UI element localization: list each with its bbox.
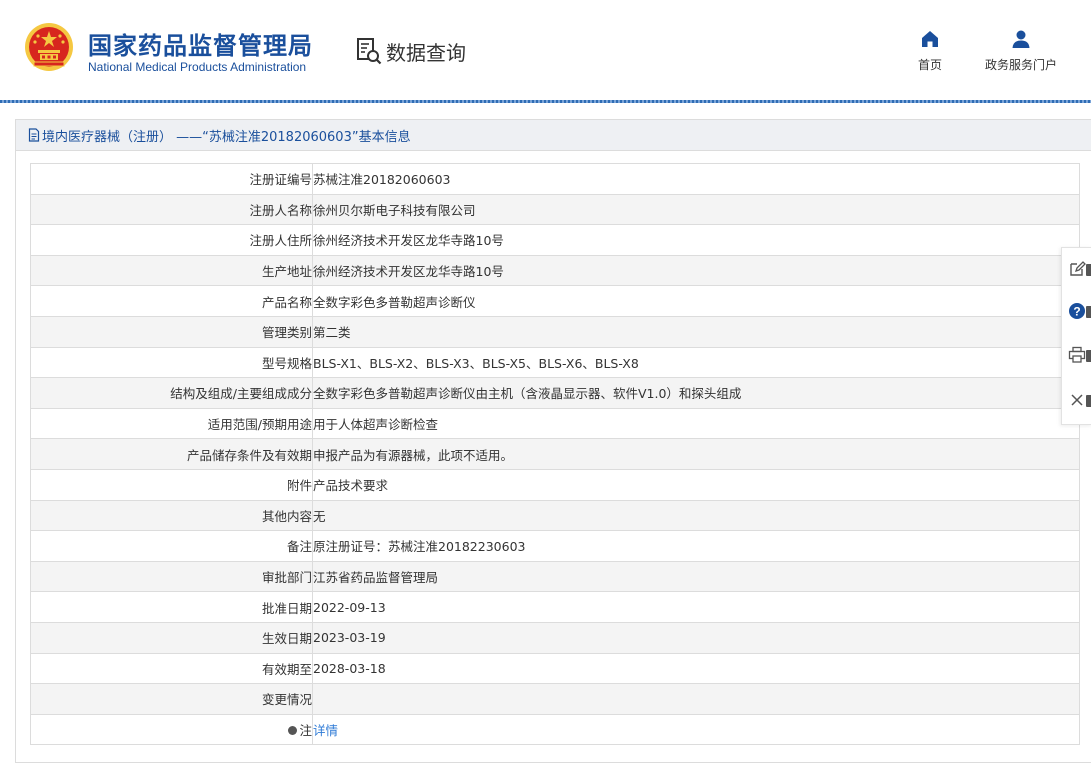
- help-icon[interactable]: ?: [1068, 302, 1086, 320]
- field-label: 生产地址: [30, 254, 313, 287]
- table-row: 备注 原注册证号：苏械注准20182230603: [30, 530, 1080, 562]
- table-row: 注册人住所 徐州经济技术开发区龙华寺路10号: [30, 224, 1080, 256]
- edit-label-edge: [1086, 260, 1091, 278]
- field-label: 有效期至: [30, 652, 313, 685]
- field-value: 徐州经济技术开发区龙华寺路10号: [312, 254, 1080, 287]
- table-row: 注册证编号 苏械注准20182060603: [30, 163, 1080, 195]
- field-value: 2022-09-13: [312, 591, 1080, 623]
- nav-home[interactable]: 首页: [912, 28, 948, 73]
- field-value: 苏械注准20182060603: [312, 163, 1080, 195]
- table-row: 有效期至 2028-03-18: [30, 652, 1080, 685]
- field-value: 江苏省药品监督管理局: [312, 560, 1080, 593]
- field-value: 原注册证号：苏械注准20182230603: [312, 530, 1080, 562]
- field-value: 第二类: [312, 315, 1080, 348]
- national-emblem-logo: [25, 23, 73, 71]
- close-icon[interactable]: [1068, 391, 1086, 409]
- field-label: 审批部门: [30, 560, 313, 593]
- field-value: BLS-X1、BLS-X2、BLS-X3、BLS-X5、BLS-X6、BLS-X…: [312, 346, 1080, 379]
- field-value: 用于人体超声诊断检查: [312, 407, 1080, 440]
- nav-service-portal[interactable]: 政务服务门户: [978, 28, 1064, 73]
- note-label: 注: [299, 722, 312, 738]
- lightbulb-icon: [288, 725, 298, 735]
- nav-home-label: 首页: [917, 58, 942, 72]
- data-query-label: 数据查询: [386, 40, 466, 65]
- field-label: 注册证编号: [30, 163, 313, 195]
- table-row: 型号规格 BLS-X1、BLS-X2、BLS-X3、BLS-X5、BLS-X6、B…: [30, 346, 1080, 379]
- details-link[interactable]: 详情: [314, 723, 339, 738]
- site-title-cn: 国家药品监督管理局: [88, 32, 313, 60]
- table-row: 管理类别 第二类: [30, 315, 1080, 348]
- header-divider: [0, 100, 1091, 103]
- table-row: 批准日期 2022-09-13: [30, 591, 1080, 623]
- table-row: 生产地址 徐州经济技术开发区龙华寺路10号: [30, 254, 1080, 287]
- side-toolbar: ?: [1061, 247, 1091, 425]
- field-label: 产品储存条件及有效期: [30, 438, 313, 470]
- field-label: 注册人名称: [30, 193, 313, 226]
- field-value: 2023-03-19: [312, 621, 1080, 654]
- field-value: [312, 683, 1080, 715]
- table-row: 结构及组成/主要组成成分 全数字彩色多普勒超声诊断仪由主机（含液晶显示器、软件V1…: [30, 377, 1080, 409]
- device-info-panel: 境内医疗器械（注册） ——“苏械注准20182060603”基本信息 注册证编号…: [15, 119, 1091, 763]
- svg-text:?: ?: [1073, 305, 1080, 319]
- print-icon[interactable]: [1068, 346, 1086, 364]
- field-value: 徐州经济技术开发区龙华寺路10号: [312, 224, 1080, 256]
- field-label: 适用范围/预期用途: [30, 407, 313, 440]
- table-row-note: 注详情: [30, 713, 1080, 746]
- field-label: 变更情况: [30, 683, 313, 715]
- table-row: 变更情况: [30, 683, 1080, 715]
- help-label-edge: [1086, 302, 1091, 320]
- nav-service-portal-label: 政务服务门户: [984, 58, 1057, 72]
- panel-title: 境内医疗器械（注册） ——“苏械注准20182060603”基本信息: [42, 129, 411, 145]
- print-label-edge: [1086, 346, 1091, 364]
- field-label: 注册人住所: [30, 224, 313, 256]
- table-row: 生效日期 2023-03-19: [30, 621, 1080, 654]
- site-header: 国家药品监督管理局 National Medical Products Admi…: [0, 0, 1091, 100]
- field-label: 产品名称: [30, 285, 313, 317]
- user-icon: [1012, 30, 1030, 48]
- field-value: 2028-03-18: [312, 652, 1080, 685]
- home-icon: [922, 31, 938, 47]
- field-label: 生效日期: [30, 621, 313, 654]
- table-row: 其他内容无: [30, 499, 1080, 532]
- field-label: 备注: [30, 530, 313, 562]
- document-search-icon: [357, 38, 382, 65]
- table-row: 产品名称 全数字彩色多普勒超声诊断仪: [30, 285, 1080, 317]
- table-row: 审批部门 江苏省药品监督管理局: [30, 560, 1080, 593]
- field-value: 无: [312, 499, 1080, 532]
- field-label: 结构及组成/主要组成成分: [30, 377, 313, 409]
- note-label-cell: 注: [30, 713, 313, 746]
- table-row: 产品储存条件及有效期 申报产品为有源器械，此项不适用。: [30, 438, 1080, 470]
- field-label: 管理类别: [30, 315, 313, 348]
- field-value: 产品技术要求: [312, 468, 1080, 501]
- field-value: 申报产品为有源器械，此项不适用。: [312, 438, 1080, 470]
- field-label: 型号规格: [30, 346, 313, 379]
- device-info-table: 注册证编号 苏械注准20182060603 注册人名称 徐州贝尔斯电子科技有限公司 注册…: [30, 163, 1080, 746]
- panel-header: 境内医疗器械（注册） ——“苏械注准20182060603”基本信息: [16, 120, 1091, 151]
- document-icon: [28, 128, 40, 142]
- edit-icon[interactable]: [1068, 260, 1086, 278]
- field-value: 全数字彩色多普勒超声诊断仪由主机（含液晶显示器、软件V1.0）和探头组成: [312, 377, 1080, 409]
- field-label: 其他内容: [30, 499, 313, 532]
- site-title-en: National Medical Products Administration: [88, 60, 307, 74]
- table-row: 注册人名称 徐州贝尔斯电子科技有限公司: [30, 193, 1080, 226]
- note-value-cell: 详情: [312, 713, 1080, 746]
- field-label: 批准日期: [30, 591, 313, 623]
- table-row: 适用范围/预期用途 用于人体超声诊断检查: [30, 407, 1080, 440]
- table-row: 附件 产品技术要求: [30, 468, 1080, 501]
- data-query-link[interactable]: 数据查询: [356, 36, 466, 66]
- field-value: 全数字彩色多普勒超声诊断仪: [312, 285, 1080, 317]
- close-label-edge: [1086, 391, 1091, 409]
- field-value: 徐州贝尔斯电子科技有限公司: [312, 193, 1080, 226]
- field-label: 附件: [30, 468, 313, 501]
